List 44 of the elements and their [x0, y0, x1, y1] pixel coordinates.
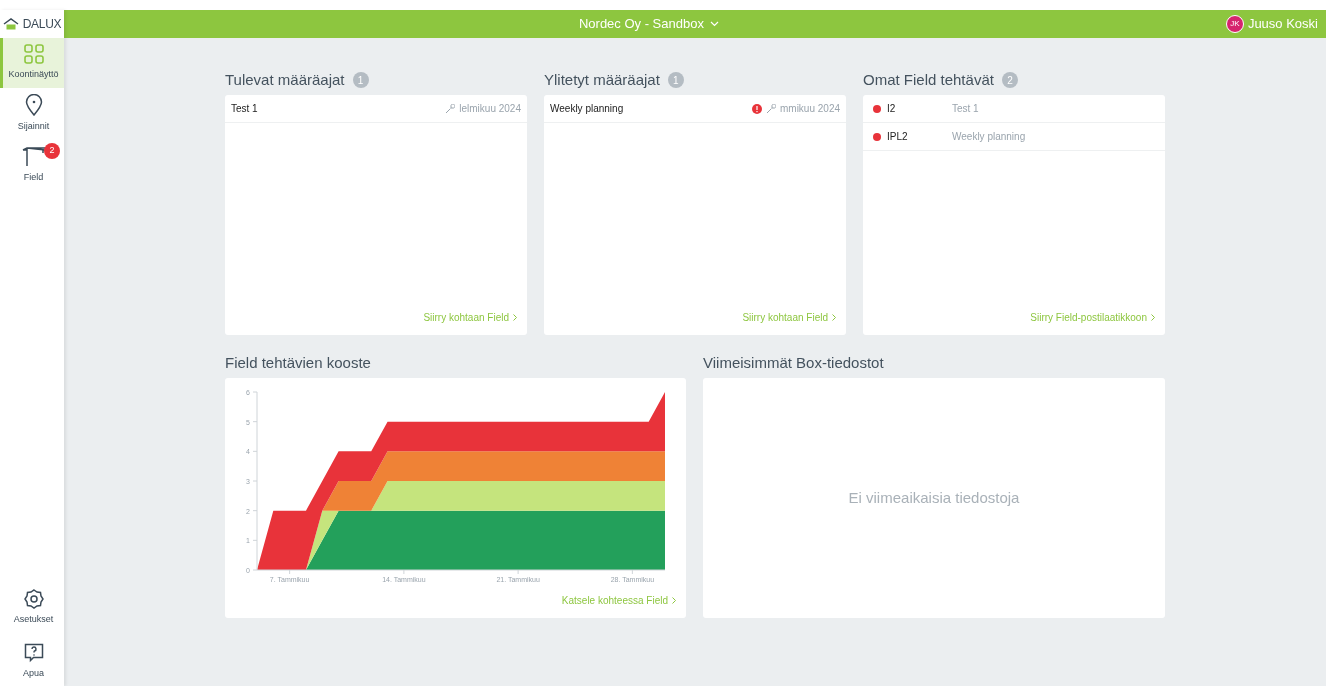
chevron-right-icon [513, 314, 517, 321]
deadline-row[interactable]: Weekly planning mmikuu 2024 [544, 95, 846, 123]
sidebar-item[interactable]: Sijainnit [0, 87, 64, 139]
due-date: lelmikuu 2024 [459, 102, 521, 116]
task-name: Weekly planning [952, 130, 1026, 144]
task-code: I2 [887, 102, 897, 116]
task-row[interactable]: IPL2 Weekly planning [863, 123, 1165, 151]
section-title: Omat Field tehtävät [863, 69, 994, 90]
empty-message: Ei viimeaikaisia tiedostoja [848, 487, 1020, 508]
task-row[interactable]: I2 Test 1 [863, 95, 1165, 123]
crane-icon [21, 145, 46, 167]
task-name: Weekly planning [550, 102, 624, 116]
grid-icon [23, 44, 44, 64]
house-logo-icon [2, 18, 19, 30]
deadline-row[interactable]: Test 1 lelmikuu 2024 [225, 95, 527, 123]
section-title: Tulevat määräajat [225, 69, 345, 90]
count-badge: 1 [352, 72, 369, 88]
sidebar-item[interactable]: Asetukset [0, 583, 64, 633]
sidebar-item[interactable]: Field 2 [0, 139, 64, 191]
location-pin-icon [24, 93, 43, 116]
count-badge: 1 [667, 72, 684, 88]
help-icon [23, 642, 44, 663]
user-avatar: JK [1225, 15, 1244, 33]
user-menu[interactable]: JK Juuso Koski [1225, 14, 1318, 34]
wrench-icon [765, 103, 776, 114]
section-title: Viimeisimmät Box-tiedostot [703, 352, 884, 373]
section-title: Field tehtävien kooste [225, 352, 371, 373]
task-name: Test 1 [952, 102, 979, 116]
section-title: Ylitetyt määräajat [544, 69, 660, 90]
notification-badge: 2 [44, 143, 60, 159]
task-code: IPL2 [887, 130, 909, 144]
settings-icon [23, 589, 44, 609]
count-badge: 2 [1001, 72, 1018, 88]
chevron-right-icon [1151, 314, 1155, 321]
task-name: Test 1 [231, 102, 258, 116]
chevron-right-icon [832, 314, 836, 321]
logo-text: DALUX [22, 16, 62, 33]
chevron-right-icon [672, 597, 676, 604]
sidebar-item[interactable]: Apua [0, 636, 64, 686]
user-name: Juuso Koski [1247, 15, 1318, 34]
chevron-down-icon [709, 21, 719, 27]
wrench-icon [445, 103, 456, 114]
due-date: mmikuu 2024 [779, 102, 840, 116]
sidebar-item[interactable]: Koontinäyttö [0, 38, 64, 88]
